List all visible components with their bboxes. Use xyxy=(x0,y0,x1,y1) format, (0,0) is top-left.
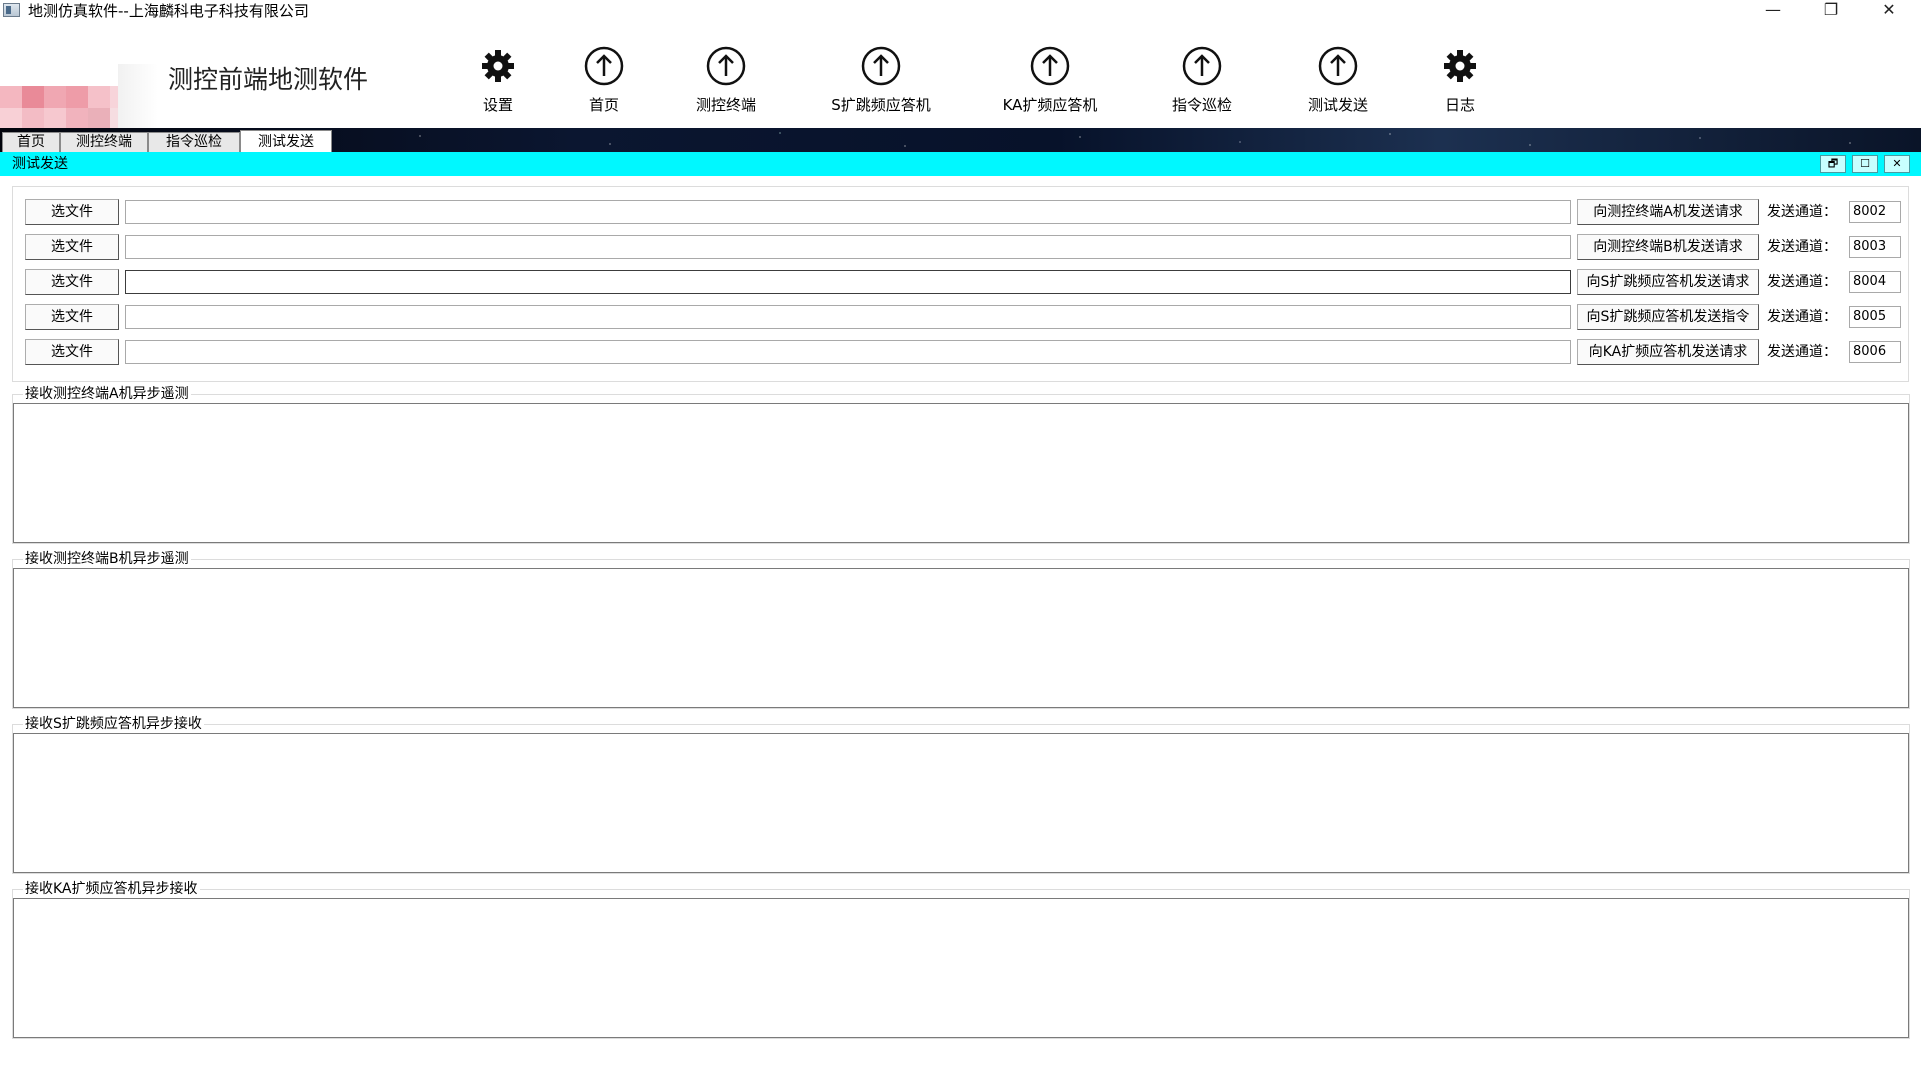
upload-arrow-icon xyxy=(1318,46,1358,86)
send-request-button[interactable]: 向KA扩频应答机发送请求 xyxy=(1577,339,1759,365)
channel-label: 发送通道： xyxy=(1767,309,1837,325)
send-request-button[interactable]: 向测控终端B机发送请求 xyxy=(1577,234,1759,260)
channel-label: 发送通道： xyxy=(1767,274,1837,290)
toolbar-label: KA扩频应答机 xyxy=(1002,96,1098,114)
receive-group-title: 接收测控终端B机异步遥测 xyxy=(23,550,191,568)
toolbar-label: 日志 xyxy=(1444,96,1475,114)
file-path-input[interactable] xyxy=(125,235,1571,259)
panel-header: 测试发送 🗗 ☐ ✕ xyxy=(0,152,1921,176)
restore-window-button[interactable]: ❐ xyxy=(1802,0,1860,22)
send-row: 选文件 向测控终端A机发送请求 发送通道： 8002 xyxy=(13,197,1910,227)
toolbar-label: 测控终端 xyxy=(695,96,756,114)
send-row: 选文件 向KA扩频应答机发送请求 发送通道： 8006 xyxy=(13,337,1910,367)
channel-input[interactable]: 8003 xyxy=(1849,236,1901,258)
tab-command-inspect[interactable]: 指令巡检 xyxy=(148,132,240,152)
toolbar-log[interactable]: 日志 xyxy=(1420,46,1500,114)
toolbar-label: 测试发送 xyxy=(1307,96,1368,114)
upload-arrow-icon xyxy=(584,46,624,86)
company-logo xyxy=(0,42,160,152)
receive-group-s-transponder: 接收S扩跳频应答机异步接收 xyxy=(12,715,1910,874)
app-name: 测控前端地测软件 xyxy=(168,65,369,94)
channel-label: 发送通道： xyxy=(1767,344,1837,360)
receive-textarea[interactable] xyxy=(13,733,1909,873)
panel-maximize-button[interactable]: ☐ xyxy=(1852,155,1878,173)
receive-textarea[interactable] xyxy=(13,898,1909,1038)
tab-home[interactable]: 首页 xyxy=(2,132,60,152)
upload-arrow-icon xyxy=(1182,46,1222,86)
panel-title: 测试发送 xyxy=(12,156,68,172)
send-command-button[interactable]: 向S扩跳频应答机发送指令 xyxy=(1577,304,1759,330)
channel-input[interactable]: 8004 xyxy=(1849,271,1901,293)
toolbar-label: 设置 xyxy=(482,96,513,114)
receive-textarea[interactable] xyxy=(13,568,1909,708)
toolbar-ka-transponder[interactable]: KA扩频应答机 xyxy=(990,46,1110,114)
receive-group-title: 接收S扩跳频应答机异步接收 xyxy=(23,715,204,733)
send-row: 选文件 向S扩跳频应答机发送指令 发送通道： 8005 xyxy=(13,302,1910,332)
gear-icon xyxy=(482,50,514,82)
toolbar-command-inspect[interactable]: 指令巡检 xyxy=(1152,46,1252,114)
toolbar-label: 指令巡检 xyxy=(1171,96,1232,114)
file-path-input[interactable] xyxy=(125,200,1571,224)
panel-restore-button[interactable]: 🗗 xyxy=(1820,155,1846,173)
upload-arrow-icon xyxy=(706,46,746,86)
send-file-group: 选文件 向测控终端A机发送请求 发送通道： 8002 选文件 向测控终端B机发送… xyxy=(12,186,1909,382)
close-window-button[interactable]: ✕ xyxy=(1860,0,1918,22)
tab-strip: 首页 测控终端 指令巡检 测试发送 xyxy=(0,128,1921,152)
minimize-button[interactable]: — xyxy=(1744,0,1802,22)
choose-file-button[interactable]: 选文件 xyxy=(25,199,119,225)
toolbar-s-transponder[interactable]: S扩跳频应答机 xyxy=(816,46,946,114)
channel-label: 发送通道： xyxy=(1767,204,1837,220)
channel-input[interactable]: 8006 xyxy=(1849,341,1901,363)
send-row: 选文件 向测控终端B机发送请求 发送通道： 8003 xyxy=(13,232,1910,262)
toolbar-home[interactable]: 首页 xyxy=(564,46,644,114)
choose-file-button[interactable]: 选文件 xyxy=(25,234,119,260)
choose-file-button[interactable]: 选文件 xyxy=(25,339,119,365)
toolbar-label: 首页 xyxy=(588,96,619,114)
test-send-panel: 选文件 向测控终端A机发送请求 发送通道： 8002 选文件 向测控终端B机发送… xyxy=(0,176,1921,1072)
gear-icon xyxy=(1444,50,1476,82)
receive-group-ka-transponder: 接收KA扩频应答机异步接收 xyxy=(12,880,1910,1039)
channel-input[interactable]: 8005 xyxy=(1849,306,1901,328)
toolbar-settings[interactable]: 设置 xyxy=(458,46,538,114)
send-request-button[interactable]: 向测控终端A机发送请求 xyxy=(1577,199,1759,225)
panel-close-button[interactable]: ✕ xyxy=(1884,155,1910,173)
tab-tt-terminal[interactable]: 测控终端 xyxy=(60,132,148,152)
channel-input[interactable]: 8002 xyxy=(1849,201,1901,223)
receive-group-title: 接收测控终端A机异步遥测 xyxy=(23,385,191,403)
file-path-input[interactable] xyxy=(125,305,1571,329)
receive-group-title: 接收KA扩频应答机异步接收 xyxy=(23,880,200,898)
channel-label: 发送通道： xyxy=(1767,239,1837,255)
receive-group-terminal-b: 接收测控终端B机异步遥测 xyxy=(12,550,1910,709)
tab-test-send[interactable]: 测试发送 xyxy=(240,130,332,152)
send-row: 选文件 向S扩跳频应答机发送请求 发送通道： 8004 xyxy=(13,267,1910,297)
upload-arrow-icon xyxy=(1030,46,1070,86)
window-titlebar: 地测仿真软件--上海麟科电子科技有限公司 — ❐ ✕ xyxy=(0,0,1931,22)
receive-textarea[interactable] xyxy=(13,403,1909,543)
toolbar-label: S扩跳频应答机 xyxy=(831,96,931,114)
app-icon xyxy=(3,3,20,17)
choose-file-button[interactable]: 选文件 xyxy=(25,304,119,330)
window-title: 地测仿真软件--上海麟科电子科技有限公司 xyxy=(28,2,309,20)
receive-group-terminal-a: 接收测控终端A机异步遥测 xyxy=(12,385,1910,544)
file-path-input[interactable] xyxy=(125,340,1571,364)
toolbar-test-send[interactable]: 测试发送 xyxy=(1288,46,1388,114)
toolbar-tt-terminal[interactable]: 测控终端 xyxy=(676,46,776,114)
send-request-button[interactable]: 向S扩跳频应答机发送请求 xyxy=(1577,269,1759,295)
app-header: 测控前端地测软件 设置 首页 测控终端 S扩跳频应答机 KA扩频应答机 指令巡检… xyxy=(0,22,1931,152)
upload-arrow-icon xyxy=(861,46,901,86)
file-path-input[interactable] xyxy=(125,270,1571,294)
choose-file-button[interactable]: 选文件 xyxy=(25,269,119,295)
